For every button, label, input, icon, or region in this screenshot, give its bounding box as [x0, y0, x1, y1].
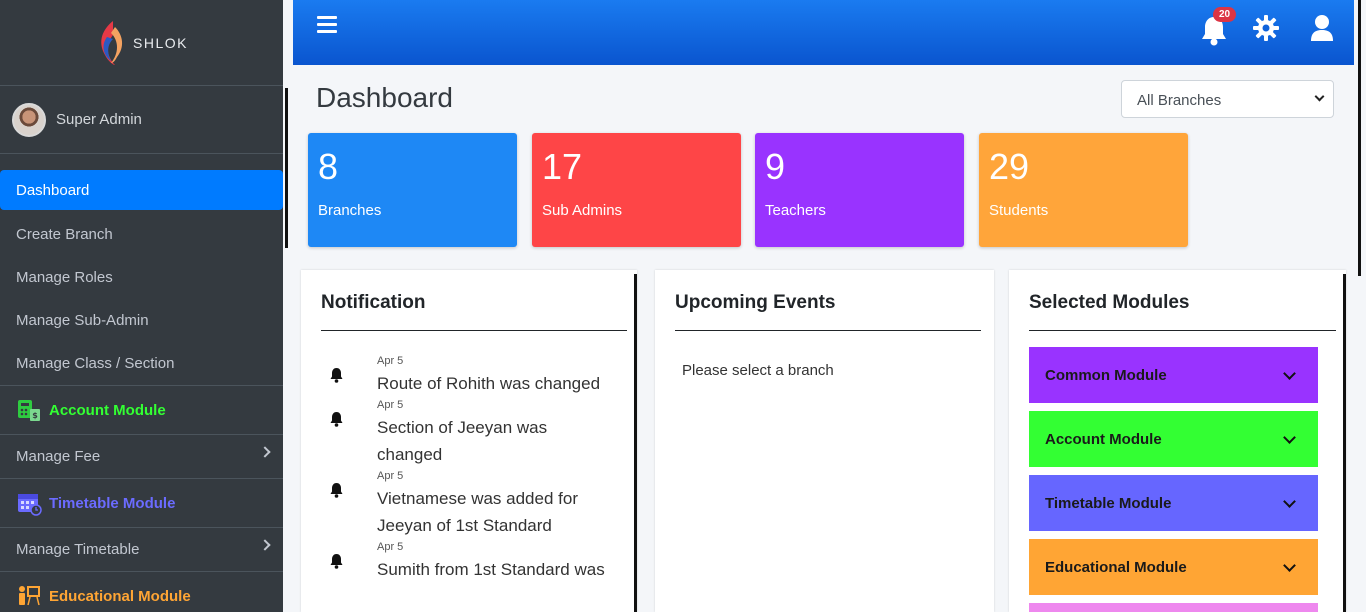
- sidebar-item-manage-timetable[interactable]: Manage Timetable: [0, 528, 283, 571]
- chevron-down-icon: [1283, 431, 1296, 444]
- stat-label: Sub Admins: [542, 202, 623, 219]
- brand[interactable]: SHLOK: [0, 0, 283, 86]
- bell-icon: [330, 368, 343, 383]
- module-label: Account Module: [1045, 430, 1162, 448]
- page-title: Dashboard: [316, 82, 453, 113]
- stat-value: 9: [765, 146, 786, 187]
- card-title: Notification: [321, 292, 426, 313]
- notification-item[interactable]: Apr 5 Section of Jeeyan was changed: [329, 397, 637, 468]
- sidebar-item-manage-sub-admin[interactable]: Manage Sub-Admin: [0, 299, 283, 342]
- calendar-icon: [18, 494, 42, 516]
- sidebar-module-account[interactable]: $ Account Module: [0, 385, 283, 435]
- events-message: Please select a branch: [682, 362, 834, 379]
- module-label: Common Module: [1045, 366, 1167, 384]
- sidebar-item-label: Manage Timetable: [16, 541, 140, 558]
- sidebar-module-timetable[interactable]: Timetable Module: [0, 478, 283, 528]
- stat-label: Branches: [318, 202, 382, 219]
- sidebar-module-label: Educational Module: [49, 587, 191, 605]
- notification-item[interactable]: Apr 5 Route of Rohith was changed: [329, 353, 637, 397]
- account-module-icon: $: [18, 400, 40, 421]
- stat-card-branches[interactable]: 8 Branches: [308, 133, 517, 247]
- stat-value: 29: [989, 146, 1030, 187]
- branch-select[interactable]: All Branches: [1121, 80, 1334, 118]
- sidebar-item-label: Manage Roles: [16, 269, 113, 286]
- sidebar-module-label: Account Module: [49, 401, 166, 419]
- sidebar-item-manage-class-section[interactable]: Manage Class / Section: [0, 342, 283, 385]
- upcoming-events-card: Upcoming Events Please select a branch: [655, 270, 994, 612]
- chevron-down-icon: [1283, 559, 1296, 572]
- module-accordion-account[interactable]: Account Module: [1029, 411, 1318, 467]
- notification-card: Notification Apr 5 Route of Rohith was c…: [301, 270, 637, 612]
- sidebar-item-create-branch[interactable]: Create Branch: [0, 213, 283, 256]
- scroll-divider: [1358, 0, 1361, 276]
- bell-icon: [330, 483, 343, 498]
- sidebar-item-manage-roles[interactable]: Manage Roles: [0, 256, 283, 299]
- module-accordion-common[interactable]: Common Module: [1029, 347, 1318, 403]
- stat-value: 17: [542, 146, 583, 187]
- sidebar-item-label: Dashboard: [16, 181, 90, 199]
- selected-modules-card: Selected Modules Common Module Account M…: [1009, 270, 1346, 612]
- stat-label: Teachers: [765, 202, 826, 219]
- module-label: Educational Module: [1045, 558, 1187, 576]
- chevron-right-icon: [259, 446, 271, 458]
- chevron-down-icon: [1314, 91, 1325, 102]
- gear-icon[interactable]: [1253, 15, 1279, 41]
- scroll-divider: [634, 274, 637, 612]
- hamburger-menu-icon[interactable]: [317, 16, 337, 37]
- card-title: Upcoming Events: [675, 292, 836, 313]
- sidebar-item-label: Manage Fee: [16, 448, 101, 465]
- teacher-board-icon: [19, 586, 40, 606]
- sidebar: SHLOK Super Admin Dashboard Create Branc…: [0, 0, 283, 612]
- stat-label: Students: [989, 202, 1049, 219]
- module-accordion-partial[interactable]: [1029, 603, 1318, 612]
- user-profile-icon[interactable]: [1310, 14, 1334, 42]
- notification-list: Apr 5 Route of Rohith was changed Apr 5 …: [301, 331, 637, 583]
- sidebar-nav: Dashboard Create Branch Manage Roles Man…: [0, 154, 283, 612]
- user-panel[interactable]: Super Admin: [0, 86, 283, 154]
- chevron-down-icon: [1283, 495, 1296, 508]
- sidebar-module-educational[interactable]: Educational Module: [0, 571, 283, 612]
- avatar: [12, 102, 46, 137]
- notification-date: Apr 5: [377, 541, 404, 553]
- scroll-divider: [1343, 274, 1346, 612]
- sidebar-item-label: Manage Class / Section: [16, 355, 175, 372]
- module-accordion-timetable[interactable]: Timetable Module: [1029, 475, 1318, 531]
- bell-icon: [330, 554, 343, 569]
- notification-count-badge: 20: [1213, 7, 1237, 22]
- module-label: Timetable Module: [1045, 494, 1172, 512]
- chevron-down-icon: [1283, 367, 1296, 380]
- notification-item[interactable]: Apr 5 Vietnamese was added for Jeeyan of…: [329, 468, 637, 539]
- user-name: Super Admin: [56, 111, 142, 128]
- stat-card-teachers[interactable]: 9 Teachers: [755, 133, 964, 247]
- shlok-logo-icon: [101, 20, 123, 65]
- module-accordion-educational[interactable]: Educational Module: [1029, 539, 1318, 595]
- stat-card-sub-admins[interactable]: 17 Sub Admins: [532, 133, 741, 247]
- card-title: Selected Modules: [1029, 292, 1190, 313]
- notification-item[interactable]: Apr 5 Sumith from 1st Standard was: [329, 539, 637, 583]
- notification-text: Vietnamese was added for Jeeyan of 1st S…: [377, 489, 578, 535]
- bell-icon: [330, 412, 343, 427]
- sidebar-item-dashboard[interactable]: Dashboard: [0, 170, 283, 210]
- sidebar-item-label: Manage Sub-Admin: [16, 312, 149, 329]
- sidebar-item-label: Create Branch: [16, 226, 113, 243]
- scroll-divider: [285, 88, 288, 248]
- module-list: Common Module Account Module Timetable M…: [1009, 331, 1346, 612]
- sidebar-item-manage-fee[interactable]: Manage Fee: [0, 435, 283, 478]
- notification-text: Section of Jeeyan was changed: [377, 418, 548, 464]
- stat-value: 8: [318, 146, 339, 187]
- brand-name: SHLOK: [133, 34, 188, 51]
- notification-date: Apr 5: [377, 399, 404, 411]
- notification-date: Apr 5: [377, 355, 404, 367]
- stat-card-students[interactable]: 29 Students: [979, 133, 1188, 247]
- notification-text: Sumith from 1st Standard was: [377, 560, 605, 579]
- branch-select-value: All Branches: [1137, 92, 1222, 109]
- notification-date: Apr 5: [377, 470, 404, 482]
- svg-text:$: $: [32, 411, 38, 420]
- chevron-right-icon: [259, 539, 271, 551]
- notification-text: Route of Rohith was changed: [377, 374, 601, 393]
- top-navbar: 20: [293, 0, 1354, 65]
- sidebar-module-label: Timetable Module: [49, 494, 176, 512]
